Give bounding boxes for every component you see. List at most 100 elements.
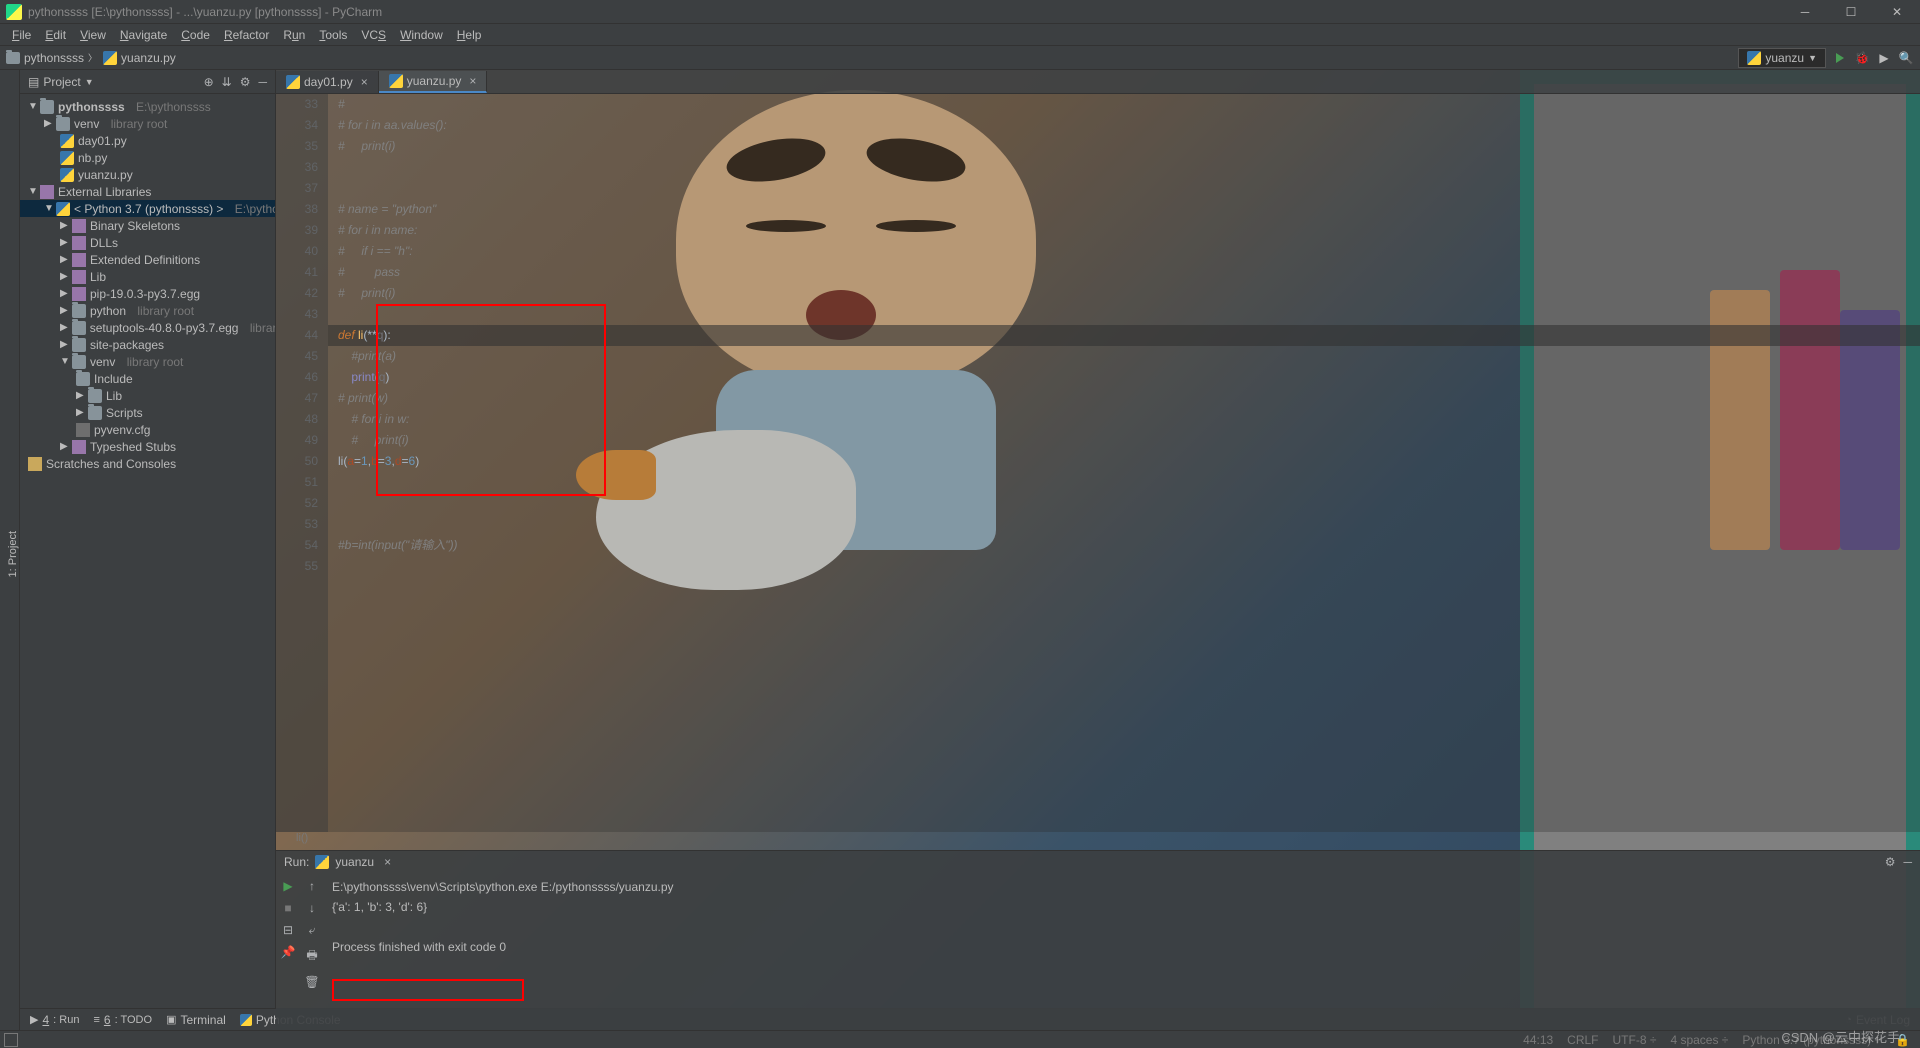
project-panel-title: Project xyxy=(43,75,80,89)
line-gutter: 3334353637383940414243444546474849505152… xyxy=(276,94,328,832)
tree-file[interactable]: yuanzu.py xyxy=(20,166,275,183)
run-button[interactable] xyxy=(1832,50,1848,66)
breadcrumb-project[interactable]: pythonssss 〉 xyxy=(6,51,97,65)
run-with-coverage-button[interactable]: ▶ xyxy=(1876,50,1892,66)
tree-venv[interactable]: ▶venv library root xyxy=(20,115,275,132)
menu-vcs[interactable]: VCS xyxy=(355,26,392,44)
clear-button[interactable]: 🗑 xyxy=(304,975,319,989)
python-icon xyxy=(56,202,70,216)
tree-file[interactable]: nb.py xyxy=(20,149,275,166)
folder-icon xyxy=(88,406,102,420)
tree-setuptools[interactable]: ▶setuptools-40.8.0-py3.7.egg library roo… xyxy=(20,319,275,336)
wrap-button[interactable]: ⤶ xyxy=(309,923,316,938)
tree-typeshed[interactable]: ▶Typeshed Stubs xyxy=(20,438,275,455)
close-icon[interactable]: × xyxy=(361,75,368,89)
stop-button[interactable]: ■ xyxy=(284,901,291,915)
run-toolbar-2: ↑ ↓ ⤶ 🖶 🗑 xyxy=(300,873,324,1030)
console-line: E:\pythonssss\venv\Scripts\python.exe E:… xyxy=(332,877,1912,897)
menu-file[interactable]: File xyxy=(6,26,37,44)
tree-lib[interactable]: ▶DLLs xyxy=(20,234,275,251)
menu-window[interactable]: Window xyxy=(394,26,449,44)
tab-day01[interactable]: day01.py× xyxy=(276,71,379,93)
minimize-button[interactable]: ─ xyxy=(1782,0,1828,24)
rerun-button[interactable]: ▶ xyxy=(283,879,292,893)
library-icon xyxy=(72,440,86,454)
python-icon xyxy=(389,74,403,88)
hide-icon[interactable]: ─ xyxy=(258,75,267,89)
code-editor[interactable]: 3334353637383940414243444546474849505152… xyxy=(276,94,1920,832)
run-panel-config: yuanzu xyxy=(335,855,374,869)
tree-python-lib[interactable]: ▶python library root xyxy=(20,302,275,319)
console-line xyxy=(332,917,1912,937)
debug-button[interactable]: 🐞 xyxy=(1854,50,1870,66)
code-lines[interactable]: # # for i in aa.values(): # print(i) # n… xyxy=(328,94,1920,832)
menu-code[interactable]: Code xyxy=(175,26,216,44)
close-icon[interactable]: × xyxy=(469,74,476,88)
menu-run[interactable]: Run xyxy=(277,26,311,44)
menu-tools[interactable]: Tools xyxy=(313,26,353,44)
maximize-button[interactable]: ☐ xyxy=(1828,0,1874,24)
settings-icon[interactable]: ⚙ xyxy=(1885,855,1896,869)
library-icon xyxy=(72,287,86,301)
tree-site[interactable]: ▶site-packages xyxy=(20,336,275,353)
folder-icon xyxy=(40,100,54,114)
tree-pyvenv[interactable]: pyvenv.cfg xyxy=(20,421,275,438)
menu-edit[interactable]: Edit xyxy=(39,26,72,44)
pycharm-icon xyxy=(6,4,22,20)
layout-button[interactable]: ⊟ xyxy=(283,923,293,937)
collapse-all-icon[interactable]: ⇊ xyxy=(222,75,232,89)
tree-file[interactable]: day01.py xyxy=(20,132,275,149)
pin-button[interactable]: 📌 xyxy=(281,945,296,959)
library-icon xyxy=(72,236,86,250)
menu-refactor[interactable]: Refactor xyxy=(218,26,275,44)
editor-area: day01.py× yuanzu.py× 3334353637383940414… xyxy=(276,70,1920,1030)
console-output[interactable]: E:\pythonssss\venv\Scripts\python.exe E:… xyxy=(324,873,1920,1030)
python-icon xyxy=(315,855,329,869)
tree-lib[interactable]: ▶Extended Definitions xyxy=(20,251,275,268)
hide-icon[interactable]: ─ xyxy=(1903,855,1912,869)
menu-navigate[interactable]: Navigate xyxy=(114,26,173,44)
status-position[interactable]: 44:13 xyxy=(1523,1033,1553,1047)
breadcrumb-hint: li() xyxy=(276,832,1920,850)
tree-lib[interactable]: ▶Lib xyxy=(20,268,275,285)
status-line-sep[interactable]: CRLF xyxy=(1567,1033,1598,1047)
tool-window-icon[interactable] xyxy=(4,1033,18,1047)
menu-help[interactable]: Help xyxy=(451,26,488,44)
gutter-project[interactable]: 1: Project xyxy=(7,531,19,577)
bottom-tab-terminal[interactable]: ▣ Terminal xyxy=(166,1013,226,1027)
run-config-label: yuanzu xyxy=(1765,51,1804,65)
library-icon xyxy=(72,253,86,267)
run-config-selector[interactable]: yuanzu ▼ xyxy=(1738,48,1826,68)
tree-scratches[interactable]: Scratches and Consoles xyxy=(20,455,275,472)
status-encoding[interactable]: UTF-8 ÷ xyxy=(1613,1033,1657,1047)
scroll-from-source-icon[interactable]: ⊕ xyxy=(204,75,214,89)
search-button[interactable]: 🔍 xyxy=(1898,50,1914,66)
bottom-tab-todo[interactable]: ≡ 6: TODO xyxy=(93,1013,152,1027)
tree-python[interactable]: ▼< Python 3.7 (pythonssss) > E:\pythonss… xyxy=(20,200,275,217)
print-button[interactable]: 🖶 xyxy=(306,946,317,967)
tree-venv2[interactable]: ▼venv library root xyxy=(20,353,275,370)
close-button[interactable]: ✕ xyxy=(1874,0,1920,24)
menu-view[interactable]: View xyxy=(74,26,112,44)
close-icon[interactable]: × xyxy=(384,855,391,869)
tree-lib[interactable]: ▶Binary Skeletons xyxy=(20,217,275,234)
breadcrumb-file[interactable]: yuanzu.py xyxy=(103,51,176,65)
up-button[interactable]: ↑ xyxy=(309,879,315,893)
tree-root[interactable]: ▼pythonssss E:\pythonssss xyxy=(20,98,275,115)
tab-yuanzu[interactable]: yuanzu.py× xyxy=(379,71,488,93)
library-icon xyxy=(72,270,86,284)
status-indent[interactable]: 4 spaces ÷ xyxy=(1670,1033,1728,1047)
statusbar: 44:13 CRLF UTF-8 ÷ 4 spaces ÷ Python 3.7… xyxy=(0,1030,1920,1048)
settings-icon[interactable]: ⚙ xyxy=(240,75,251,89)
tree-venv-sub[interactable]: ▶Scripts xyxy=(20,404,275,421)
tree-lib[interactable]: ▶pip-19.0.3-py3.7.egg xyxy=(20,285,275,302)
folder-icon xyxy=(72,338,86,352)
tree-venv-sub[interactable]: Include xyxy=(20,370,275,387)
tree-venv-sub[interactable]: ▶Lib xyxy=(20,387,275,404)
down-button[interactable]: ↓ xyxy=(309,901,315,915)
tree-ext-lib[interactable]: ▼External Libraries xyxy=(20,183,275,200)
folder-icon xyxy=(76,372,90,386)
folder-icon xyxy=(72,355,86,369)
project-tree[interactable]: ▼pythonssss E:\pythonssss ▶venv library … xyxy=(20,94,275,1030)
bottom-tab-run[interactable]: ▶ 4: Run xyxy=(30,1013,79,1027)
